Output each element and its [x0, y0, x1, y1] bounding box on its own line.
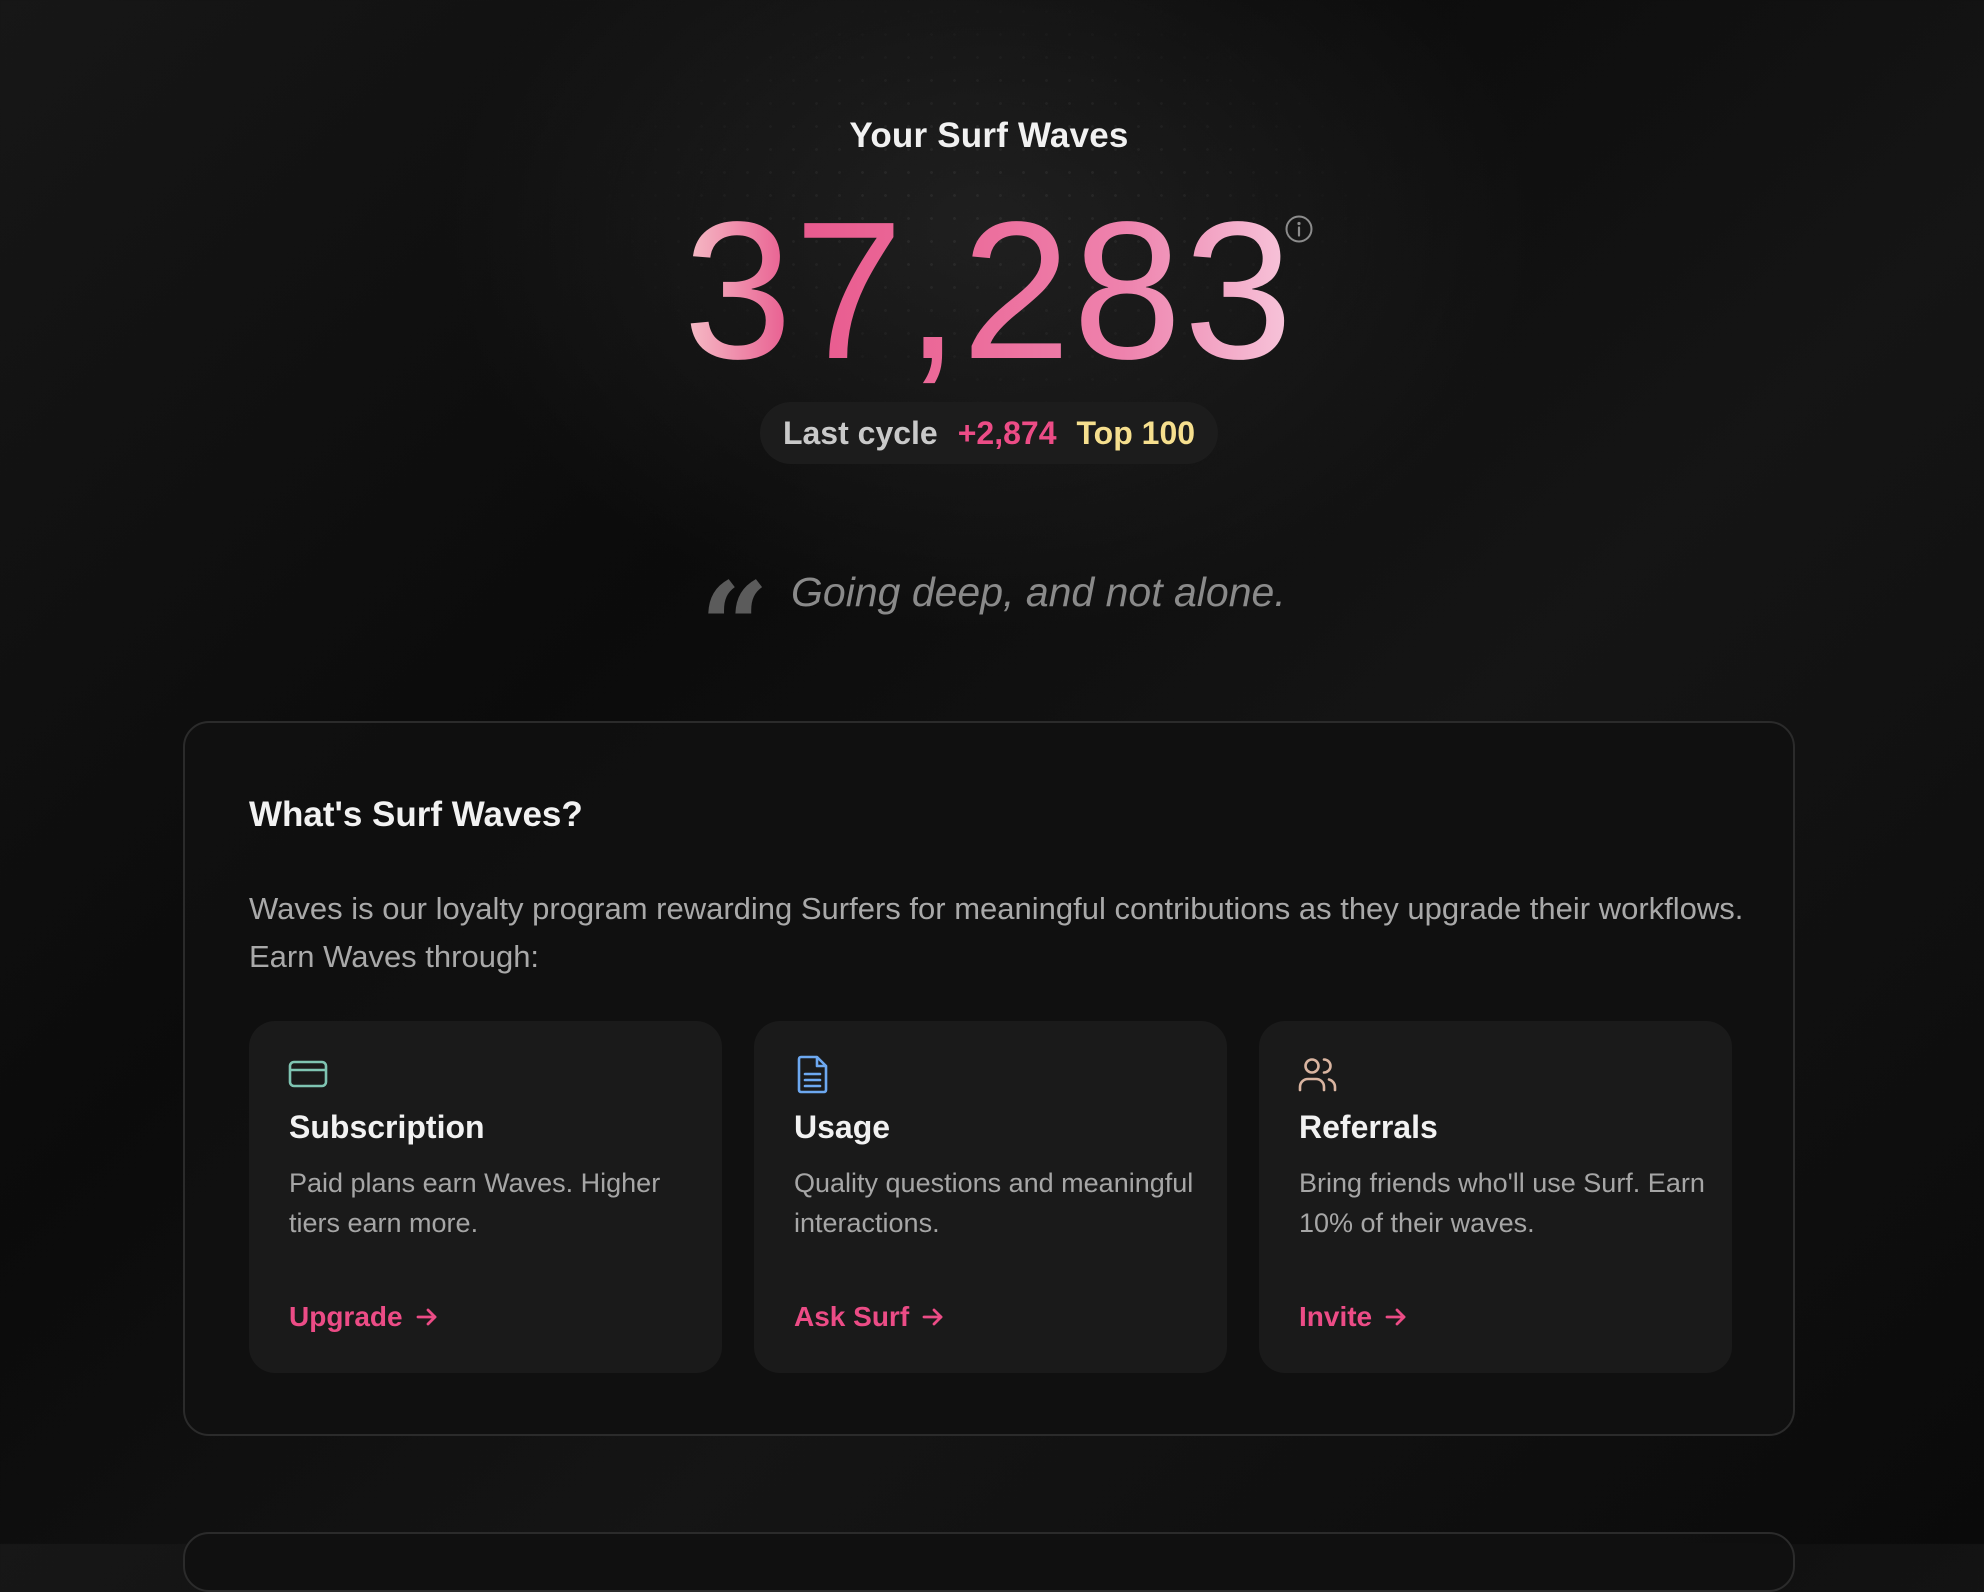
quote-mark-icon: “: [700, 556, 769, 697]
feature-title: Usage: [794, 1109, 891, 1145]
last-cycle-stats: Last cycle +2,874 Top 100: [760, 402, 1218, 464]
users-icon: [1298, 1058, 1337, 1092]
card-title: What's Surf Waves?: [249, 795, 583, 834]
score-row: 37,283: [0, 181, 1978, 400]
waves-score: 37,283: [683, 181, 1295, 400]
feature-description: Paid plans earn Waves. Higher tiers earn…: [289, 1168, 661, 1238]
last-cycle-label: Last cycle: [782, 414, 938, 451]
feature-title: Subscription: [289, 1109, 485, 1145]
next-section-card: [183, 1532, 1795, 1592]
last-cycle-delta: +2,874: [957, 414, 1057, 451]
rank-badge: Top 100: [1076, 414, 1196, 451]
arrow-right-icon: [922, 1308, 943, 1326]
tagline-quote: “ Going deep, and not alone.: [700, 552, 1286, 687]
feature-description: Bring friends who'll use Surf. Earn 10% …: [1299, 1168, 1705, 1238]
arrow-right-icon: [1385, 1308, 1406, 1326]
link-label: Invite: [1299, 1301, 1373, 1332]
card-description: Waves is our loyalty program rewarding S…: [249, 891, 1744, 974]
link-label: Ask Surf: [794, 1301, 910, 1332]
document-icon: [797, 1055, 828, 1094]
earn-methods: Subscription Paid plans earn Waves. High…: [249, 1021, 1732, 1373]
info-icon[interactable]: [1284, 214, 1314, 244]
feature-subscription: Subscription Paid plans earn Waves. High…: [249, 1021, 722, 1373]
ask-surf-link[interactable]: Ask Surf: [794, 1301, 947, 1333]
invite-link[interactable]: Invite: [1299, 1301, 1410, 1333]
about-waves-card: What's Surf Waves? Waves is our loyalty …: [183, 721, 1795, 1436]
page-title: Your Surf Waves: [849, 116, 1129, 155]
credit-card-icon: [288, 1060, 328, 1088]
feature-title: Referrals: [1299, 1109, 1438, 1145]
feature-description: Quality questions and meaningful interac…: [794, 1168, 1194, 1238]
link-label: Upgrade: [289, 1301, 403, 1332]
quote-text: Going deep, and not alone.: [791, 568, 1286, 615]
feature-referrals: Referrals Bring friends who'll use Surf.…: [1259, 1021, 1732, 1373]
upgrade-link[interactable]: Upgrade: [289, 1301, 441, 1333]
arrow-right-icon: [416, 1308, 436, 1326]
feature-usage: Usage Quality questions and meaningful i…: [754, 1021, 1227, 1373]
